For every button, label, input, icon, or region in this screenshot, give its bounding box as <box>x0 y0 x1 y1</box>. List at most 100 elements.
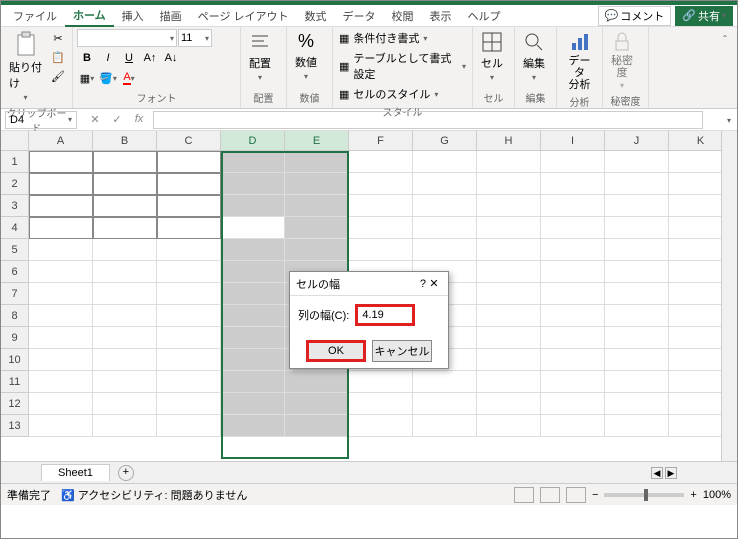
ribbon-collapse-button[interactable]: ⌃ <box>715 29 735 47</box>
cell[interactable] <box>29 217 93 239</box>
cell[interactable] <box>477 261 541 283</box>
cell[interactable] <box>477 327 541 349</box>
cell[interactable] <box>285 239 349 261</box>
cell[interactable] <box>29 371 93 393</box>
cut-button[interactable]: ✂ <box>48 29 68 47</box>
cell[interactable] <box>93 349 157 371</box>
menu-insert[interactable]: 挿入 <box>114 6 152 26</box>
cell[interactable] <box>221 261 285 283</box>
cell[interactable] <box>413 371 477 393</box>
cell[interactable] <box>29 239 93 261</box>
row-header[interactable]: 7 <box>1 283 29 305</box>
cell[interactable] <box>413 217 477 239</box>
cell[interactable] <box>93 415 157 437</box>
cell[interactable] <box>221 305 285 327</box>
editing-button[interactable]: 編集▾ <box>519 29 549 84</box>
cell[interactable] <box>285 415 349 437</box>
cell[interactable] <box>29 261 93 283</box>
cell[interactable] <box>29 283 93 305</box>
cell[interactable] <box>477 217 541 239</box>
cell[interactable] <box>477 371 541 393</box>
cell[interactable] <box>605 305 669 327</box>
cell[interactable] <box>29 173 93 195</box>
formula-expand-button[interactable]: ▾ <box>721 114 737 126</box>
cell[interactable] <box>285 371 349 393</box>
data-analysis-button[interactable]: データ 分析 <box>561 29 598 93</box>
column-width-input[interactable] <box>355 304 415 326</box>
normal-view-button[interactable] <box>514 487 534 503</box>
cell[interactable] <box>605 173 669 195</box>
row-header[interactable]: 1 <box>1 151 29 173</box>
cancel-edit-button[interactable]: ✕ <box>85 113 105 126</box>
format-painter-button[interactable]: 🖌 <box>48 67 68 85</box>
cell[interactable] <box>349 239 413 261</box>
cell[interactable] <box>413 173 477 195</box>
cell[interactable] <box>477 239 541 261</box>
cell[interactable] <box>349 415 413 437</box>
font-size-select[interactable]: 11▾ <box>178 29 212 47</box>
cell[interactable] <box>477 349 541 371</box>
cell[interactable] <box>541 239 605 261</box>
cell[interactable] <box>29 393 93 415</box>
cell[interactable] <box>477 173 541 195</box>
row-header[interactable]: 5 <box>1 239 29 261</box>
cancel-button[interactable]: キャンセル <box>372 340 432 362</box>
row-header[interactable]: 6 <box>1 261 29 283</box>
select-all-corner[interactable] <box>1 131 29 151</box>
cell[interactable] <box>349 393 413 415</box>
cell[interactable] <box>605 239 669 261</box>
cell[interactable] <box>349 173 413 195</box>
cell[interactable] <box>605 371 669 393</box>
copy-button[interactable]: 📋 <box>48 48 68 66</box>
cell[interactable] <box>157 415 221 437</box>
cell[interactable] <box>541 349 605 371</box>
row-header[interactable]: 2 <box>1 173 29 195</box>
zoom-out-button[interactable]: − <box>592 489 598 501</box>
cell[interactable] <box>477 195 541 217</box>
zoom-in-button[interactable]: + <box>690 489 696 501</box>
col-header[interactable]: H <box>477 131 541 151</box>
border-button[interactable]: ▦▾ <box>77 69 97 87</box>
cell[interactable] <box>157 283 221 305</box>
col-header[interactable]: J <box>605 131 669 151</box>
cell[interactable] <box>285 195 349 217</box>
row-header[interactable]: 3 <box>1 195 29 217</box>
cell[interactable] <box>605 415 669 437</box>
menu-file[interactable]: ファイル <box>5 6 65 26</box>
menu-pagelayout[interactable]: ページ レイアウト <box>190 6 297 26</box>
cell[interactable] <box>541 327 605 349</box>
cell[interactable] <box>285 217 349 239</box>
underline-button[interactable]: U <box>119 49 139 67</box>
cell[interactable] <box>93 305 157 327</box>
cell[interactable] <box>221 327 285 349</box>
cell[interactable] <box>29 327 93 349</box>
cell[interactable] <box>157 371 221 393</box>
ok-button[interactable]: OK <box>306 340 366 362</box>
cell[interactable] <box>413 393 477 415</box>
col-header[interactable]: B <box>93 131 157 151</box>
cell[interactable] <box>93 195 157 217</box>
vertical-scrollbar[interactable] <box>721 131 737 461</box>
cell[interactable] <box>221 349 285 371</box>
sheet-tab[interactable]: Sheet1 <box>41 464 110 481</box>
menu-formulas[interactable]: 数式 <box>297 6 335 26</box>
cell[interactable] <box>157 195 221 217</box>
formula-bar[interactable] <box>153 111 703 129</box>
conditional-format-button[interactable]: ▦条件付き書式▾ <box>337 29 429 47</box>
cell[interactable] <box>221 195 285 217</box>
cell[interactable] <box>29 305 93 327</box>
cell[interactable] <box>157 217 221 239</box>
font-color-button[interactable]: A▾ <box>119 69 139 87</box>
col-header[interactable]: C <box>157 131 221 151</box>
cell[interactable] <box>285 151 349 173</box>
cell[interactable] <box>477 305 541 327</box>
cell[interactable] <box>605 195 669 217</box>
cell-styles-button[interactable]: ▦セルのスタイル▾ <box>337 85 440 103</box>
cell[interactable] <box>93 327 157 349</box>
page-layout-view-button[interactable] <box>540 487 560 503</box>
cell[interactable] <box>157 305 221 327</box>
cell[interactable] <box>541 173 605 195</box>
cell[interactable] <box>477 415 541 437</box>
cell[interactable] <box>541 217 605 239</box>
fill-color-button[interactable]: 🪣▾ <box>98 69 118 87</box>
